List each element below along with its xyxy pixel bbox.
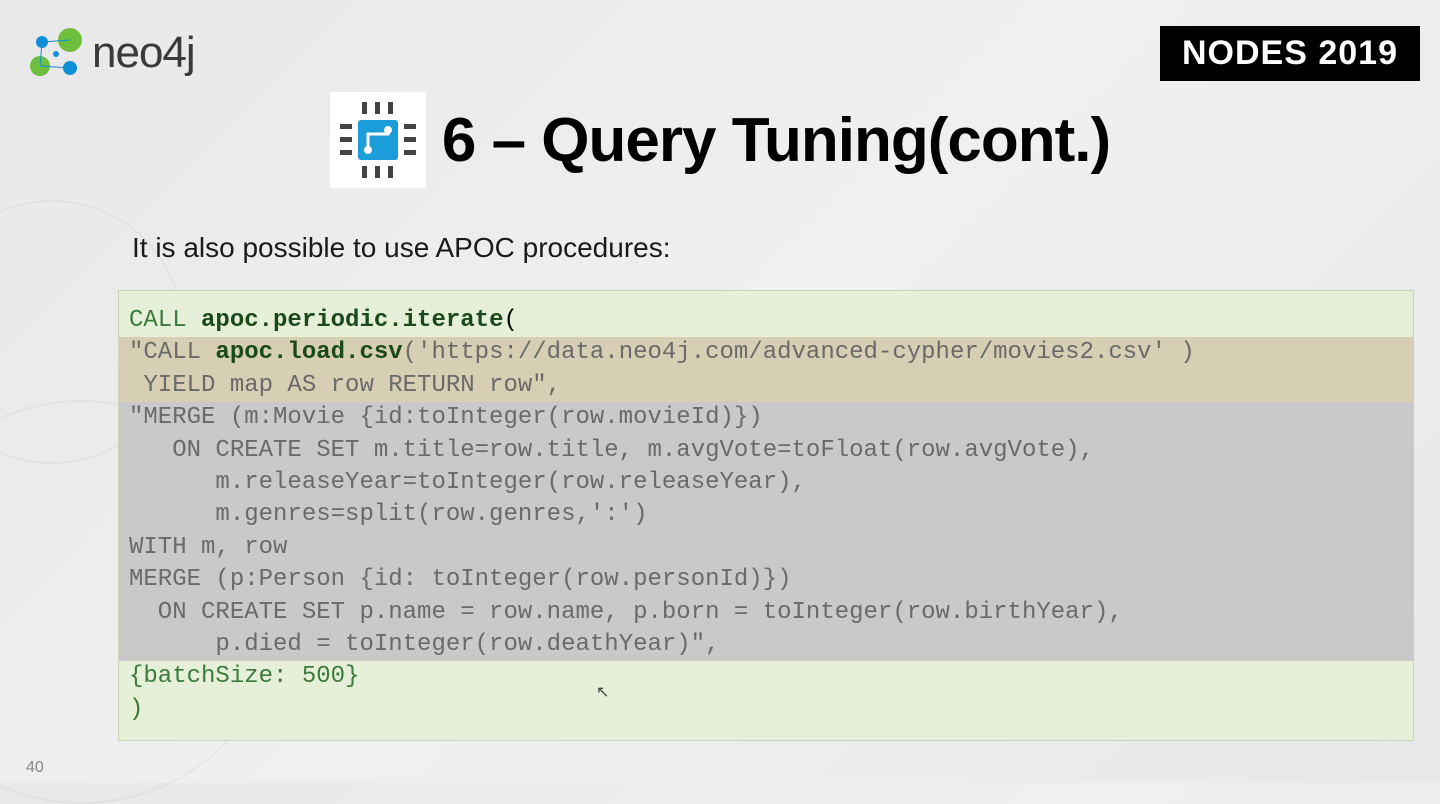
slide-title-row: 6 – Query Tuning(cont.): [0, 92, 1440, 188]
code-line-1b: apoc.periodic.iterate: [201, 307, 503, 334]
code-line-6: m.releaseYear=toInteger(row.releaseYear)…: [129, 469, 806, 496]
code-line-11: p.died = toInteger(row.deathYear)",: [129, 631, 720, 658]
code-line-10: ON CREATE SET p.name = row.name, p.born …: [129, 599, 1123, 626]
code-line-2b: apoc.load.csv: [215, 339, 402, 366]
neo4j-logo-text: neo4j: [92, 28, 195, 78]
neo4j-logo: neo4j: [28, 26, 195, 80]
code-line-12: {batchSize: 500}: [129, 663, 359, 690]
event-badge: NODES 2019: [1160, 26, 1420, 81]
page-number: 40: [26, 759, 44, 777]
code-line-5: ON CREATE SET m.title=row.title, m.avgVo…: [129, 437, 1094, 464]
slide-title: 6 – Query Tuning(cont.): [442, 105, 1110, 176]
code-line-9: MERGE (p:Person {id: toInteger(row.perso…: [129, 566, 792, 593]
code-line-1c: (: [503, 307, 517, 334]
code-line-2a: "CALL: [129, 339, 215, 366]
code-block: CALL apoc.periodic.iterate( "CALL apoc.l…: [118, 290, 1414, 741]
chip-icon: [330, 92, 426, 188]
code-line-1a: CALL: [129, 307, 201, 334]
code-line-3: YIELD map AS row RETURN row",: [129, 372, 561, 399]
code-line-13: ): [129, 696, 143, 723]
intro-text: It is also possible to use APOC procedur…: [132, 232, 671, 264]
neo4j-logo-icon: [28, 26, 86, 80]
code-line-8: WITH m, row: [129, 534, 287, 561]
code-line-7: m.genres=split(row.genres,':'): [129, 501, 647, 528]
code-line-2c: ('https://data.neo4j.com/advanced-cypher…: [403, 339, 1195, 366]
code-line-4: "MERGE (m:Movie {id:toInteger(row.movieI…: [129, 404, 763, 431]
